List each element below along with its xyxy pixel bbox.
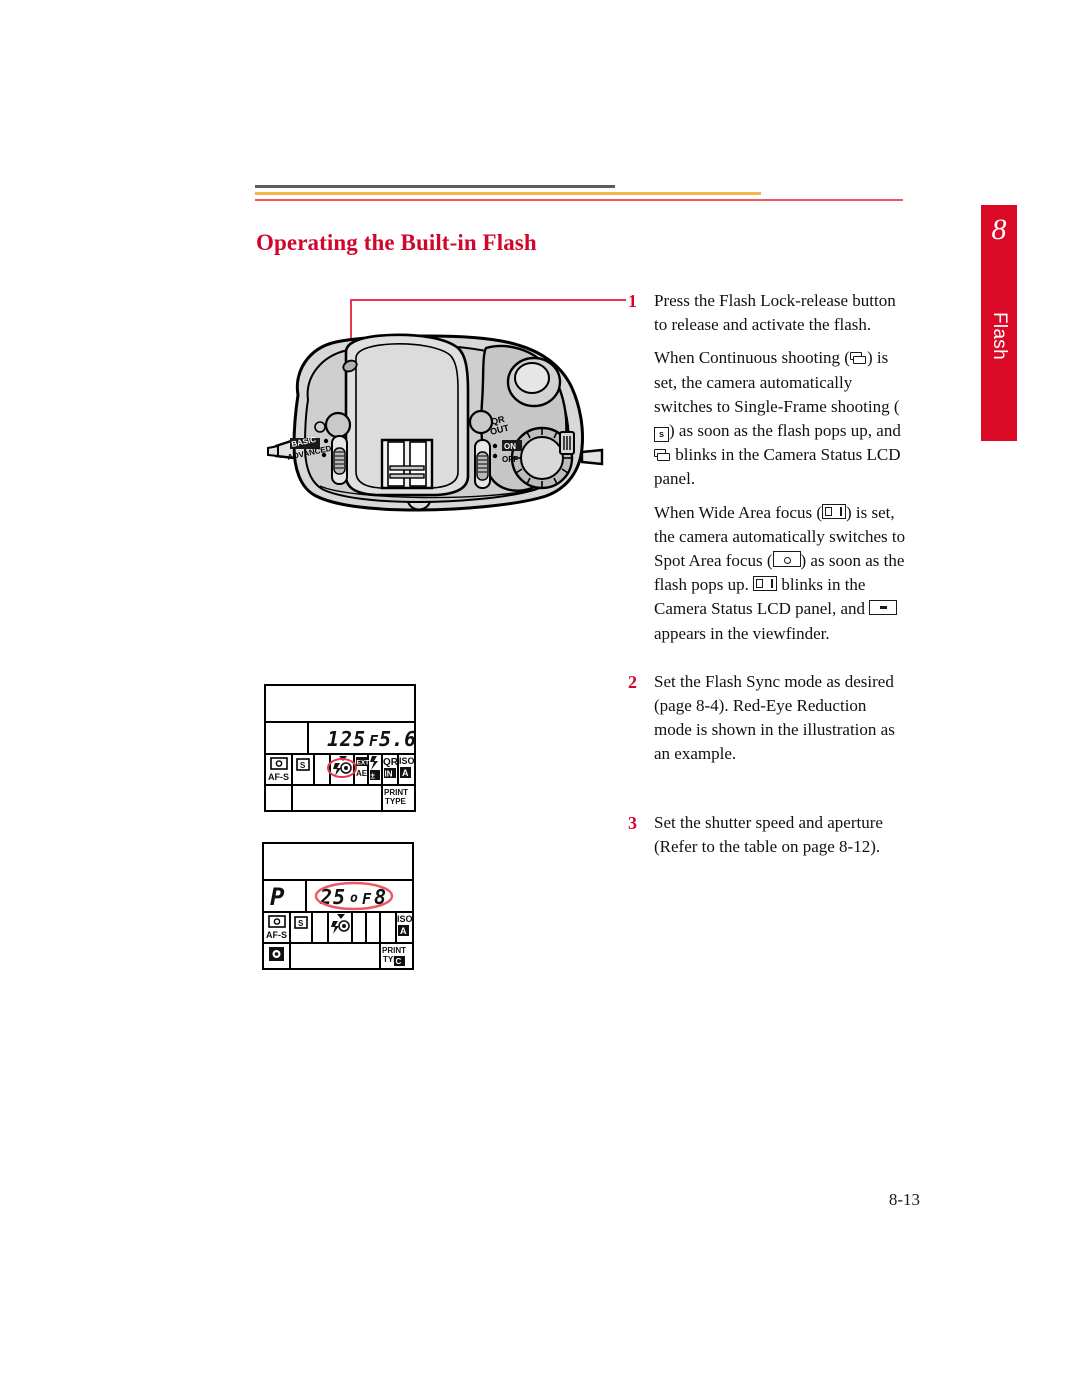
steps-list: 1 Press the Flash Lock-release button to… <box>628 289 908 873</box>
spot-area-focus-icon <box>772 551 801 568</box>
step-2-paragraph-1: Set the Flash Sync mode as desired (page… <box>654 671 895 764</box>
step-1-text-3e: appears in the viewfinder. <box>654 623 830 643</box>
header-rule-dark <box>255 185 615 188</box>
header-rule-red <box>255 199 903 201</box>
lcd1-quick-return: QR <box>383 757 399 768</box>
step-1-paragraph-1: Press the Flash Lock-release button to r… <box>654 289 908 337</box>
step-3-paragraph-1: Set the shutter speed and aperture (Refe… <box>654 812 883 856</box>
camera-top-view-illustration: BASIC ADVANCED QR OUT ON OFF <box>267 333 604 512</box>
step-1-text-2c: ) as soon as the flash pops up, and <box>669 421 901 441</box>
chapter-tab: 8 Flash <box>981 205 1017 441</box>
step-1-text-3a: When Wide Area focus ( <box>654 502 822 522</box>
lcd2-focus-mode: AF-S <box>266 930 287 940</box>
step-3-number: 3 <box>628 812 637 833</box>
step-1-text-2d: blinks in the Camera Status LCD panel. <box>654 445 901 489</box>
header-rules <box>255 185 915 201</box>
chapter-tab-label: Flash <box>989 312 1010 360</box>
lcd1-iso-label: ISO <box>399 756 415 766</box>
lcd1-print-type-line2: TYPE <box>385 797 407 806</box>
lcd1-iso-value: A <box>402 768 409 778</box>
lcd1-metering: AE <box>356 769 368 778</box>
svg-text:ON: ON <box>504 442 516 451</box>
wide-area-focus-icon <box>753 576 778 592</box>
lcd1-shutter-speed: 125 <box>327 727 366 751</box>
page-number: 8-13 <box>888 1190 920 1209</box>
step-1-text-1: Press the Flash Lock-release button to r… <box>654 291 896 335</box>
svg-text:±: ± <box>371 772 376 781</box>
lcd2-aperture-prefix: F <box>362 890 372 908</box>
header-rule-orange <box>255 192 761 195</box>
page-title: Operating the Built-in Flash <box>256 230 537 255</box>
svg-text:EXT: EXT <box>357 760 370 767</box>
lcd1-focus-mode: AF-S <box>268 772 289 782</box>
lcd2-exposure-mode: P <box>270 883 285 911</box>
svg-text:OFF: OFF <box>502 455 518 464</box>
lcd1-print-type-line1: PRINT <box>384 788 408 797</box>
svg-text:IN: IN <box>385 770 393 779</box>
step-2: 2 Set the Flash Sync mode as desired (pa… <box>628 670 908 767</box>
continuous-shooting-icon <box>654 449 671 462</box>
lcd2-main-suffix: o <box>350 891 358 906</box>
step-3: 3 Set the shutter speed and aperture (Re… <box>628 811 908 859</box>
step-1-text-2a: When Continuous shooting ( <box>654 348 850 368</box>
chapter-tab-number: 8 <box>991 213 1007 246</box>
lcd2-iso-label: ISO <box>397 914 413 924</box>
viewfinder-spot-indicator-icon <box>869 600 898 616</box>
lcd1-aperture: 5.6 <box>379 727 416 751</box>
lcd1-aperture-prefix: F <box>369 732 379 750</box>
continuous-shooting-icon <box>849 352 867 365</box>
step-1-paragraph-3: When Wide Area focus () is set, the came… <box>654 501 908 646</box>
step-1: 1 Press the Flash Lock-release button to… <box>628 289 908 646</box>
step-1-paragraph-2: When Continuous shooting () is set, the … <box>654 346 908 491</box>
single-frame-shooting-icon: s <box>654 427 669 443</box>
lcd1-drive-mode: S <box>300 761 306 770</box>
lcd2-drive-mode: S <box>298 919 304 928</box>
lcd2-print-type-line1: PRINT <box>382 946 406 955</box>
step-1-number: 1 <box>628 291 637 311</box>
lcd-panel-figure-step3: P 25 o F 8 AF-S S ISO A PRINT TYPE C <box>262 842 414 970</box>
lcd2-iso-value: A <box>400 926 407 936</box>
wide-area-focus-icon <box>822 503 846 519</box>
lcd2-print-code: C <box>396 957 402 966</box>
step-2-number: 2 <box>628 671 637 692</box>
lcd-panel-figure-step2: 125 F 5.6 AF-S S EXT AE ± QR IN ISO A PR… <box>264 684 416 812</box>
